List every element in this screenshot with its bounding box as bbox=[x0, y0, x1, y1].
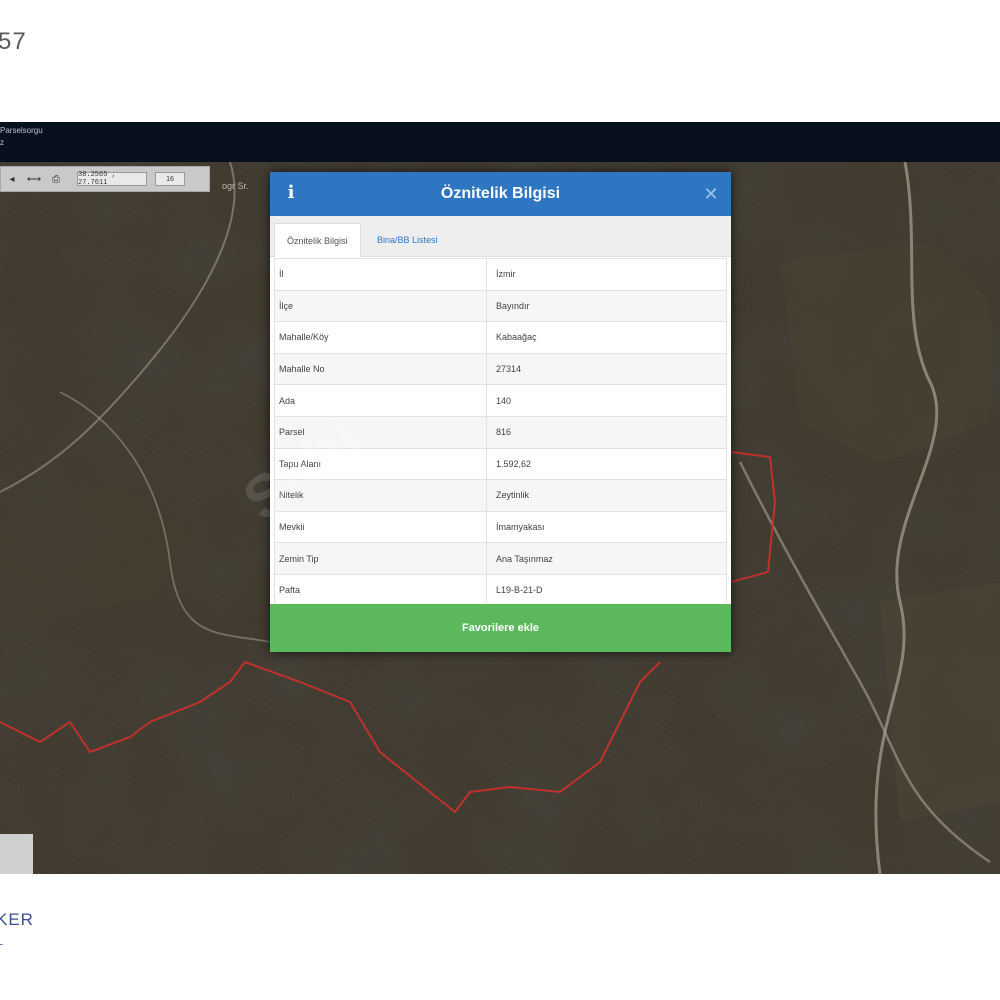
table-row: Mevkii İmamyakası bbox=[274, 510, 727, 544]
road-label: ogr Sr. bbox=[222, 181, 249, 191]
app-subtitle: z bbox=[0, 138, 4, 147]
table-row: Ada 140 bbox=[274, 384, 727, 417]
table-row: Zemin Tip Ana Taşınmaz bbox=[274, 542, 727, 575]
app-title: Parselsorgu bbox=[0, 126, 43, 135]
table-row: Parsel 816 bbox=[274, 415, 727, 449]
attribute-value: 27314 bbox=[486, 352, 727, 386]
attribute-value: 816 bbox=[486, 415, 727, 449]
tab-attribute-info[interactable]: Öznitelik Bilgisi bbox=[274, 223, 361, 257]
attribute-key: Zemin Tip bbox=[274, 542, 487, 575]
map-thumbnail[interactable] bbox=[0, 834, 33, 874]
screenshot-root: 57 Parselsorgu z ogr Sr. ◂ ⟷ ⎙ 38.2565 ,… bbox=[0, 0, 1000, 1000]
coordinate-readout: 38.2565 , 27.7611 bbox=[77, 171, 147, 187]
attribute-value: İzmir bbox=[486, 258, 727, 291]
dialog-tabs: Öznitelik Bilgisi Bina/BB Listesi bbox=[270, 216, 731, 257]
table-row: Pafta L19-B-21-D bbox=[274, 573, 727, 607]
tab-building-list[interactable]: Bina/BB Listesi bbox=[365, 223, 450, 257]
attribute-key: Tapu Alanı bbox=[274, 447, 487, 481]
attribute-value: L19-B-21-D bbox=[486, 573, 727, 607]
attribute-value: 140 bbox=[486, 384, 727, 417]
measure-icon[interactable]: ⟷ bbox=[23, 167, 45, 191]
attribute-key: Ada bbox=[274, 384, 487, 417]
app-header-bar: Parselsorgu z bbox=[0, 122, 1000, 162]
attribute-key: Nitelik bbox=[274, 479, 487, 512]
attribute-key: Mahalle/Köy bbox=[274, 321, 487, 354]
attribute-value: İmamyakası bbox=[486, 510, 727, 544]
attribute-value: Bayındır bbox=[486, 289, 727, 323]
attribute-table: İl İzmir İlçe Bayındır Mahalle/Köy Kabaağaç… bbox=[274, 258, 727, 607]
table-row: Tapu Alanı 1.592,62 bbox=[274, 447, 727, 481]
attribute-key: İl bbox=[274, 258, 487, 291]
table-row: İlçe Bayındır bbox=[274, 289, 727, 323]
footer-brand-text: KER bbox=[0, 910, 34, 929]
print-icon[interactable]: ⎙ bbox=[45, 167, 67, 191]
attribute-key: Mevkii bbox=[274, 510, 487, 544]
table-row: İl İzmir bbox=[274, 258, 727, 291]
footer-sub-text: L bbox=[0, 937, 4, 947]
top-number-text: 57 bbox=[0, 28, 27, 55]
attribute-key: Mahalle No bbox=[274, 352, 487, 386]
attribute-value: Zeytinlik bbox=[486, 479, 727, 512]
attribute-value: Kabaağaç bbox=[486, 321, 727, 354]
arrow-left-icon[interactable]: ◂ bbox=[1, 167, 23, 191]
map-toolbar: ◂ ⟷ ⎙ 38.2565 , 27.7611 16 bbox=[0, 166, 210, 192]
field-patch bbox=[880, 582, 1000, 822]
dialog-header: Öznitelik Bilgisi i ✕ bbox=[270, 172, 731, 216]
attribute-key: Pafta bbox=[274, 573, 487, 607]
zoom-level: 16 bbox=[155, 172, 185, 186]
attribute-value: Ana Taşınmaz bbox=[486, 542, 727, 575]
table-row: Mahalle No 27314 bbox=[274, 352, 727, 386]
info-icon: i bbox=[287, 182, 295, 203]
table-row: Nitelik Zeytinlik bbox=[274, 479, 727, 512]
attribute-info-dialog: Öznitelik Bilgisi i ✕ Öznitelik Bilgisi … bbox=[270, 172, 731, 652]
attribute-value: 1.592,62 bbox=[486, 447, 727, 481]
attribute-key: İlçe bbox=[274, 289, 487, 323]
add-to-favorites-button[interactable]: Favorilere ekle bbox=[270, 604, 731, 652]
close-icon[interactable]: ✕ bbox=[701, 184, 721, 204]
dialog-title: Öznitelik Bilgisi bbox=[440, 185, 561, 202]
table-row: Mahalle/Köy Kabaağaç bbox=[274, 321, 727, 354]
attribute-key: Parsel bbox=[274, 415, 487, 449]
